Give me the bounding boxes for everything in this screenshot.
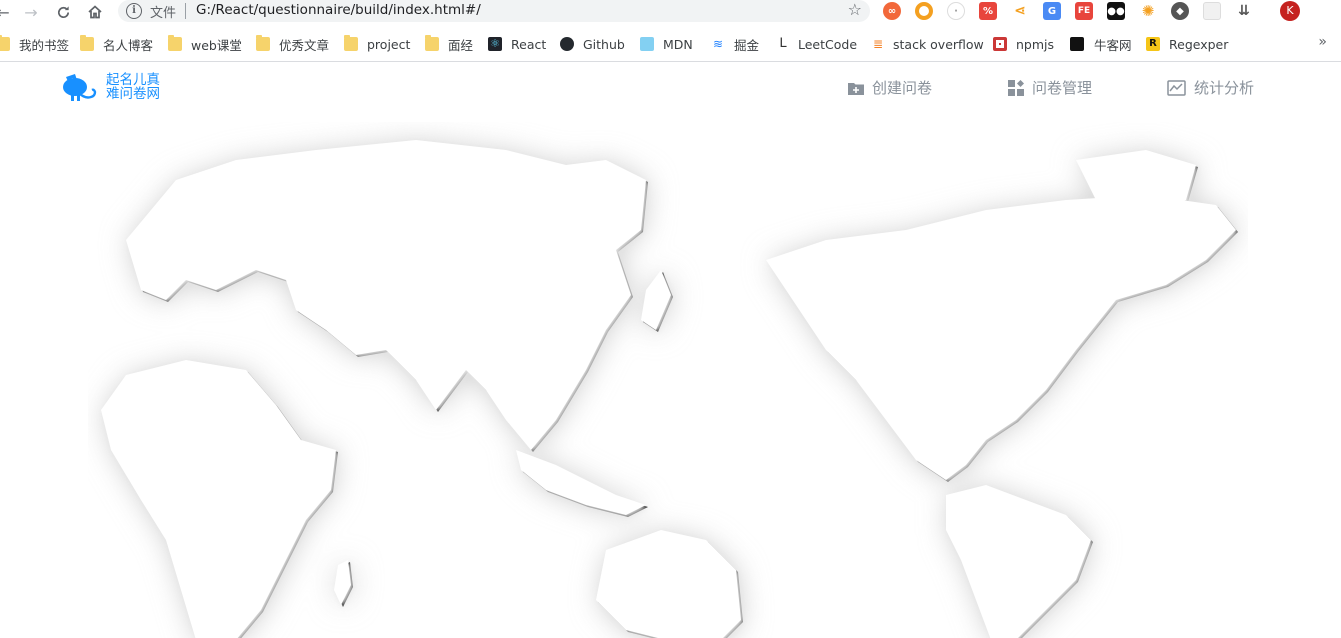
extension-gear-icon[interactable]: ✺ bbox=[1139, 2, 1157, 20]
info-icon[interactable]: i bbox=[126, 3, 142, 19]
folder-icon bbox=[256, 35, 270, 51]
folder-icon bbox=[0, 35, 10, 51]
bookmark-label: LeetCode bbox=[798, 36, 858, 52]
bookmark-label: 我的书签 bbox=[19, 37, 70, 53]
back-icon[interactable]: ← bbox=[0, 1, 14, 23]
nav-statistics[interactable]: 统计分析 bbox=[1167, 77, 1254, 98]
bookmark-item[interactable]: ≋ 掘金 bbox=[711, 35, 759, 53]
nav-manage-questionnaire[interactable]: 问卷管理 bbox=[1008, 77, 1092, 98]
bookmark-label: 优秀文章 bbox=[279, 37, 330, 53]
extension-eyes-icon[interactable]: ●● bbox=[1107, 2, 1125, 20]
reload-icon[interactable] bbox=[52, 1, 74, 23]
more-bookmarks-icon[interactable]: » bbox=[1318, 34, 1327, 50]
bookmark-item[interactable]: Github bbox=[560, 35, 625, 53]
logo-line-1: 起名儿真 bbox=[106, 72, 160, 88]
extension-ghost-icon[interactable]: · bbox=[947, 2, 965, 20]
browser-toolbar: ← → i 文件 G:/React/questionnaire/build/in… bbox=[0, 0, 1341, 24]
url-divider bbox=[185, 3, 186, 19]
extension-infinity-icon[interactable]: ∞ bbox=[883, 2, 901, 20]
extension-translate-icon[interactable]: G bbox=[1043, 2, 1061, 20]
bookmark-item[interactable]: R Regexper bbox=[1146, 35, 1228, 53]
create-folder-icon bbox=[848, 82, 864, 95]
extension-ring-icon[interactable] bbox=[915, 2, 933, 20]
bookmark-star-icon[interactable]: ☆ bbox=[848, 0, 862, 19]
bookmark-item[interactable]: 我的书签 bbox=[0, 35, 69, 53]
logo-line-2: 难问卷网 bbox=[106, 86, 160, 102]
url-text[interactable]: G:/React/questionnaire/build/index.html#… bbox=[196, 2, 481, 18]
bookmark-label: web课堂 bbox=[191, 37, 242, 53]
bookmark-label: MDN bbox=[663, 36, 693, 52]
bookmark-label: project bbox=[367, 36, 411, 52]
bookmark-label: 面经 bbox=[448, 37, 474, 53]
stackoverflow-icon: ≣ bbox=[872, 37, 884, 51]
profile-avatar[interactable]: K bbox=[1280, 1, 1300, 21]
nav-label: 统计分析 bbox=[1194, 79, 1255, 97]
juejin-icon: ≋ bbox=[712, 37, 724, 51]
extension-percent-icon[interactable]: % bbox=[979, 2, 997, 20]
url-scheme-label: 文件 bbox=[150, 6, 177, 21]
nav-label: 问卷管理 bbox=[1032, 79, 1093, 97]
bookmark-item[interactable]: ⚛ React bbox=[488, 35, 546, 53]
app-logo[interactable]: 起名儿真 难问卷网 bbox=[62, 71, 160, 103]
nav-create-questionnaire[interactable]: 创建问卷 bbox=[848, 77, 932, 98]
nav-label: 创建问卷 bbox=[872, 79, 933, 97]
bookmark-item[interactable]: 名人博客 bbox=[80, 35, 153, 53]
github-icon bbox=[560, 37, 574, 51]
bookmark-label: Regexper bbox=[1169, 36, 1229, 52]
bookmark-label: React bbox=[511, 36, 547, 52]
extension-fe-icon[interactable]: FE bbox=[1075, 2, 1093, 20]
folder-icon bbox=[344, 35, 358, 51]
npm-icon bbox=[993, 37, 1007, 51]
forward-icon[interactable]: → bbox=[20, 1, 42, 23]
bookmark-label: Github bbox=[583, 36, 625, 52]
chart-analysis-icon bbox=[1167, 79, 1186, 96]
extension-shield-icon[interactable]: ◆ bbox=[1171, 2, 1189, 20]
grid-manage-icon bbox=[1008, 79, 1024, 96]
bookmark-label: npmjs bbox=[1016, 36, 1055, 52]
bookmark-item[interactable]: npmjs bbox=[993, 35, 1054, 53]
world-map-background bbox=[101, 140, 1238, 638]
bookmark-label: 掘金 bbox=[734, 37, 760, 53]
regexper-icon: R bbox=[1146, 37, 1160, 51]
folder-icon bbox=[80, 35, 94, 51]
bookmark-item[interactable]: 优秀文章 bbox=[256, 35, 329, 53]
bookmark-item[interactable]: web课堂 bbox=[168, 35, 242, 53]
logo-text: 起名儿真 难问卷网 bbox=[106, 73, 160, 101]
bookmark-item[interactable]: project bbox=[344, 35, 410, 53]
react-icon: ⚛ bbox=[488, 37, 502, 51]
mdn-icon bbox=[640, 37, 654, 51]
bookmark-label: 名人博客 bbox=[103, 37, 154, 53]
leetcode-icon: ᒪ bbox=[779, 36, 787, 51]
bookmark-label: stack overflow bbox=[893, 36, 984, 52]
bookmarks-bar: 我的书签 名人博客 web课堂 优秀文章 project 面经 ⚛ React G… bbox=[0, 30, 1341, 58]
page-content: 起名儿真 难问卷网 创建问卷 问卷管理 统计分析 bbox=[0, 62, 1341, 638]
bookmark-label: 牛客网 bbox=[1094, 37, 1132, 53]
bookmark-item[interactable]: ᒪ LeetCode bbox=[776, 35, 857, 53]
folder-icon bbox=[425, 35, 439, 51]
bookmark-item[interactable]: 面经 bbox=[425, 35, 473, 53]
folder-icon bbox=[168, 35, 182, 51]
extension-blank-icon[interactable] bbox=[1203, 2, 1221, 20]
address-bar[interactable]: i 文件 G:/React/questionnaire/build/index.… bbox=[118, 0, 870, 22]
bookmark-item[interactable]: ≣ stack overflow bbox=[871, 35, 984, 53]
bookmark-item[interactable]: 牛客网 bbox=[1070, 35, 1132, 53]
extension-share-icon[interactable]: ⋖ bbox=[1011, 2, 1029, 20]
bookmark-item[interactable]: MDN bbox=[640, 35, 693, 53]
home-icon[interactable] bbox=[84, 1, 106, 23]
cat-logo-icon bbox=[63, 74, 97, 101]
extension-chevron-icon[interactable]: ⇊ bbox=[1235, 2, 1253, 20]
nowcoder-icon bbox=[1070, 37, 1084, 51]
